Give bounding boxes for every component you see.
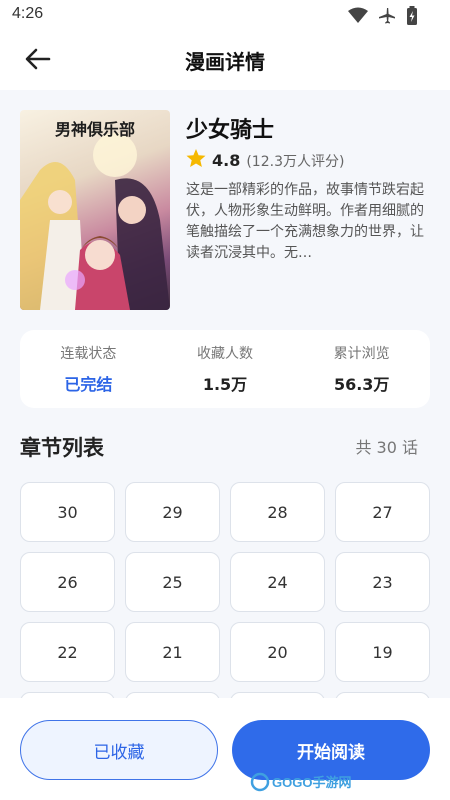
rating-count: (12.3万人评分)	[246, 153, 345, 170]
svg-text:GOGO手游网: GOGO手游网	[272, 775, 351, 790]
status-icons	[348, 6, 418, 26]
status-time: 4:26	[12, 5, 44, 22]
chapter-button[interactable]: 26	[20, 552, 115, 612]
status-bar: 4:26	[0, 0, 450, 32]
watermark-logo: GOGO手游网	[250, 772, 351, 792]
chapter-button[interactable]: 30	[20, 482, 115, 542]
chapter-button[interactable]: 28	[230, 482, 325, 542]
stat-value: 56.3万	[333, 375, 390, 394]
stat-favorites: 收藏人数 1.5万	[157, 330, 294, 408]
chapter-count: 共 30 话	[355, 438, 418, 457]
bottom-action-bar: 已收藏 开始阅读 GOGO手游网	[0, 698, 450, 800]
wifi-icon	[348, 7, 368, 25]
comic-cover[interactable]: 男神俱乐部	[20, 110, 170, 310]
stat-views: 累计浏览 56.3万	[293, 330, 430, 408]
chapter-button[interactable]: 23	[335, 552, 430, 612]
comic-description: 这是一部精彩的作品，故事情节跌宕起伏，人物形象生动鲜明。作者用细腻的笔触描绘了一…	[186, 182, 424, 261]
chapter-button[interactable]: 21	[125, 622, 220, 682]
cover-title: 男神俱乐部	[54, 120, 135, 139]
battery-icon	[406, 6, 418, 26]
stat-label: 收藏人数	[197, 346, 253, 362]
page-title: 漫画详情	[185, 50, 265, 74]
chapter-button[interactable]: 24	[230, 552, 325, 612]
stat-label: 连载状态	[60, 346, 117, 362]
stat-status: 连载状态 已完结	[20, 330, 157, 408]
star-icon	[186, 149, 206, 172]
cover-art-icon	[20, 133, 170, 310]
comic-title: 少女骑士	[186, 118, 275, 143]
stat-value: 已完结	[64, 375, 113, 394]
chapter-button[interactable]: 27	[335, 482, 430, 542]
chapter-button[interactable]: 19	[335, 622, 430, 682]
chapter-section-title: 章节列表	[20, 436, 104, 460]
collect-button[interactable]: 已收藏	[20, 720, 218, 780]
chapter-button[interactable]: 20	[230, 622, 325, 682]
stats-card: 连载状态 已完结 收藏人数 1.5万 累计浏览 56.3万	[20, 330, 430, 408]
chapter-button[interactable]: 22	[20, 622, 115, 682]
rating: 4.8 (12.3万人评分)	[186, 149, 344, 172]
stat-value: 1.5万	[202, 375, 248, 394]
airplane-icon	[378, 7, 396, 25]
chapter-button[interactable]: 29	[125, 482, 220, 542]
header: 漫画详情	[0, 32, 450, 90]
chapter-button[interactable]: 25	[125, 552, 220, 612]
rating-score: 4.8	[212, 151, 241, 170]
stat-label: 累计浏览	[333, 346, 390, 362]
